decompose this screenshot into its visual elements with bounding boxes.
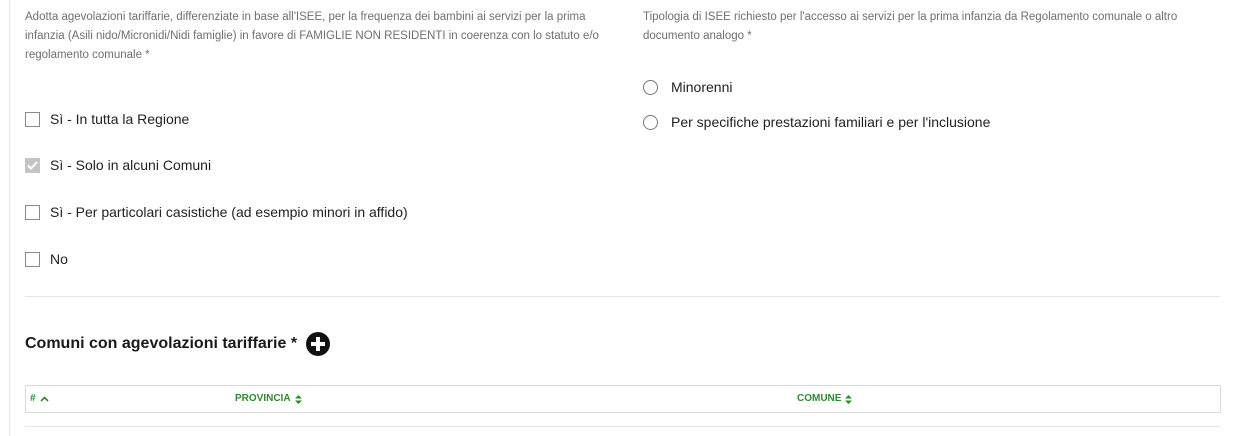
plus-circle-icon[interactable] <box>306 332 331 356</box>
option-particolari-casistiche[interactable]: Sì - Per particolari casistiche (ad esem… <box>25 204 408 220</box>
option-label: Sì - Per particolari casistiche (ad esem… <box>50 204 408 220</box>
column-header-comune[interactable]: COMUNE <box>797 386 853 412</box>
left-border <box>9 0 10 436</box>
question-tipologia-isee: Tipologia di ISEE richiesto per l'access… <box>643 11 1178 42</box>
question-agevolazioni-non-residenti: Adotta agevolazioni tariffarie, differen… <box>25 11 599 61</box>
option-tutta-regione[interactable]: Sì - In tutta la Regione <box>25 111 189 127</box>
option-prestazioni-familiari[interactable]: Per specifiche prestazioni familiari e p… <box>643 114 990 130</box>
option-label: Minorenni <box>671 79 733 95</box>
sort-icon <box>294 394 302 404</box>
section-title: Comuni con agevolazioni tariffarie * <box>25 335 298 352</box>
section-divider <box>25 296 1220 297</box>
option-label: Sì - In tutta la Regione <box>50 111 190 127</box>
option-minorenni[interactable]: Minorenni <box>643 79 732 95</box>
checkbox-alcuni-comuni[interactable] <box>25 157 40 173</box>
option-alcuni-comuni[interactable]: Sì - Solo in alcuni Comuni <box>25 157 211 173</box>
checkbox-particolari-casistiche[interactable] <box>25 204 40 220</box>
option-label: Per specifiche prestazioni familiari e p… <box>671 114 991 130</box>
section-header: Comuni con agevolazioni tariffarie * <box>25 332 331 356</box>
option-no[interactable]: No <box>25 251 68 267</box>
bottom-divider <box>25 426 1220 427</box>
option-label: Sì - Solo in alcuni Comuni <box>50 157 212 173</box>
option-label: No <box>50 251 68 267</box>
comuni-table: # PROVINCIA COMUNE <box>25 385 1221 413</box>
radio-minorenni[interactable] <box>643 79 658 95</box>
checkmark-icon <box>27 160 38 170</box>
checkbox-no[interactable] <box>25 251 40 267</box>
caret-up-icon <box>39 396 49 402</box>
column-header-index[interactable]: # <box>30 386 49 412</box>
checkbox-tutta-regione[interactable] <box>25 111 40 127</box>
column-header-provincia[interactable]: PROVINCIA <box>235 386 302 412</box>
sort-icon <box>845 394 853 404</box>
radio-prestazioni-familiari[interactable] <box>643 114 658 130</box>
